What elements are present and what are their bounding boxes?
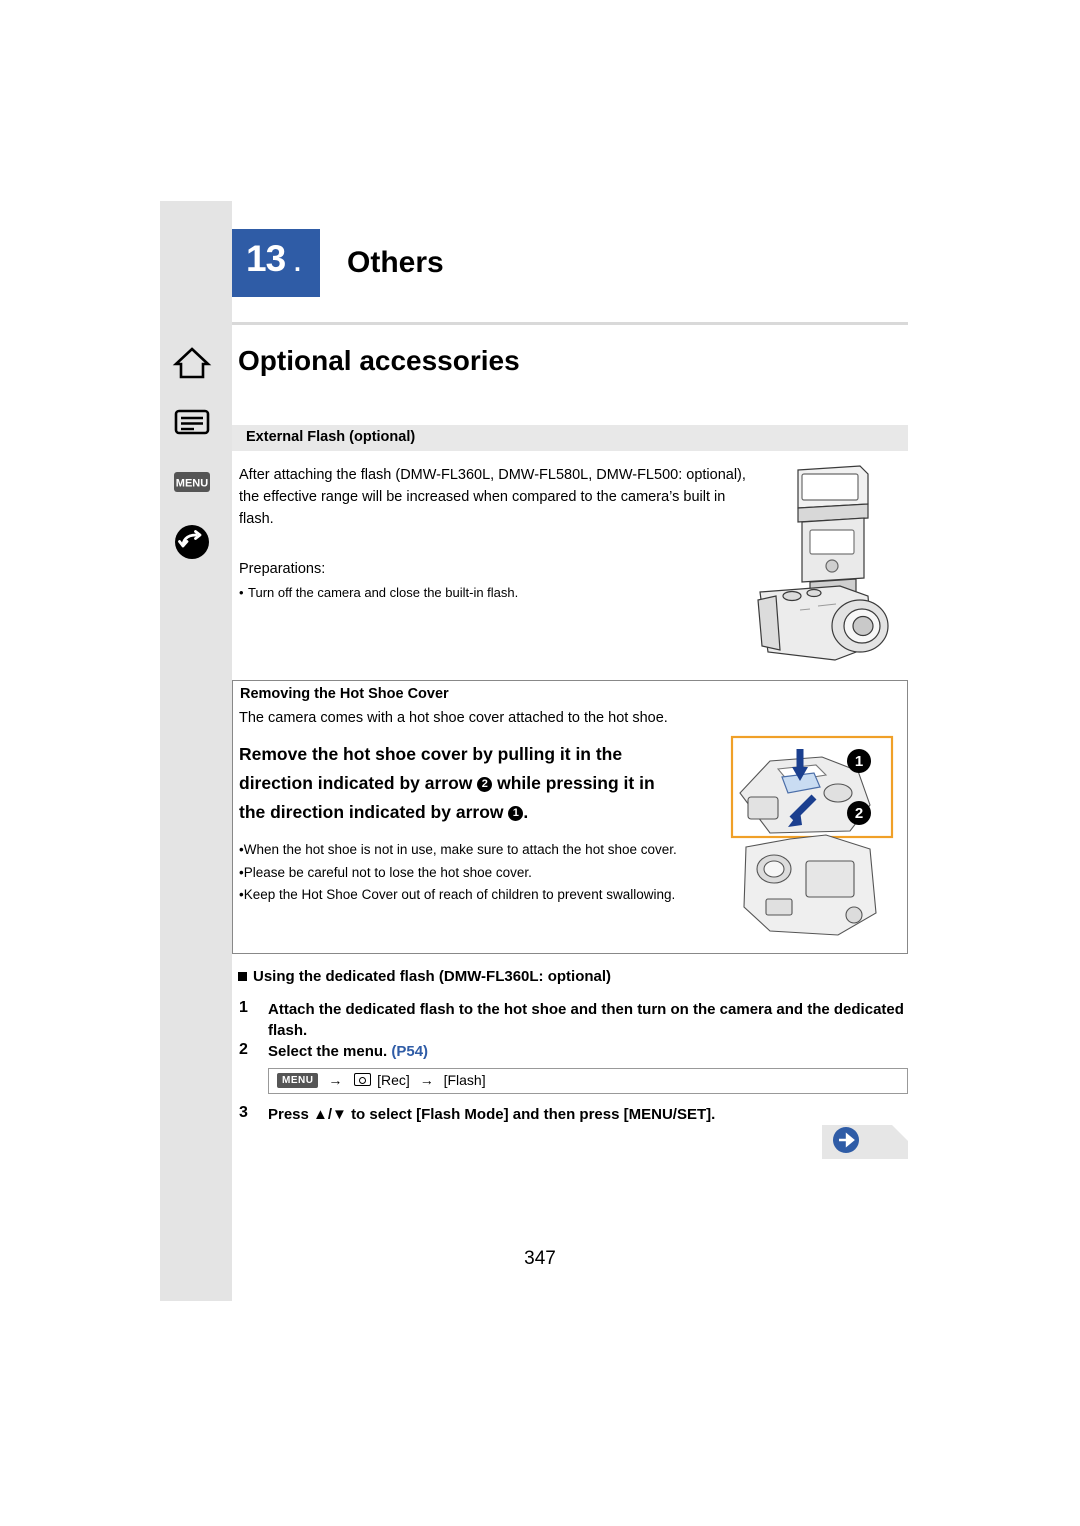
back-icon[interactable] — [170, 520, 214, 564]
step-number-1: 1 — [239, 999, 248, 1016]
svg-text:1: 1 — [855, 753, 863, 770]
step-number-3: 3 — [239, 1104, 248, 1121]
step-text-1: Attach the dedicated flash to the hot sh… — [268, 1001, 904, 1039]
page-number: 347 — [524, 1248, 556, 1269]
chapter-header: 13 . Others — [232, 229, 908, 297]
step-text-2-main: Select the menu. — [268, 1043, 392, 1060]
home-icon[interactable] — [170, 340, 214, 384]
instruction-line-2a: direction indicated by arrow — [239, 773, 478, 793]
list-item: •Please be careful not to lose the hot s… — [239, 864, 532, 880]
menu-path-arrow-1: → — [328, 1072, 343, 1088]
step-number-2: 2 — [239, 1041, 248, 1058]
intro-paragraph: After attaching the flash (DMW-FL360L, D… — [239, 467, 746, 527]
preparations-label: Preparations: — [239, 561, 326, 577]
chapter-number-dot: . — [294, 249, 301, 277]
list-item: •When the hot shoe is not in use, make s… — [239, 842, 677, 857]
steps-heading-text: Using the dedicated flash (DMW-FL360L: o… — [253, 968, 612, 985]
chapter-title: Others — [347, 246, 444, 279]
menu-icon[interactable]: MENU — [170, 460, 214, 504]
hot-shoe-bullet-list: •When the hot shoe is not in use, make s… — [239, 840, 719, 908]
bullet-text: Please be careful not to lose the hot sh… — [243, 864, 532, 880]
square-bullet-icon — [238, 972, 247, 981]
next-page-tab[interactable] — [822, 1125, 908, 1159]
nav-icon-column: MENU — [170, 340, 224, 580]
hot-shoe-subtext: The camera comes with a hot shoe cover a… — [239, 710, 668, 726]
menu-path-arrow-2: → — [419, 1072, 434, 1088]
instruction-line-1: Remove the hot shoe cover by pulling it … — [239, 744, 623, 764]
section-header-bar: External Flash (optional) — [232, 425, 908, 451]
menu-path-box: MENU → [Rec] → [Flash] — [268, 1068, 908, 1094]
hot-shoe-removal-illustration: 1 2 — [730, 735, 894, 936]
menu-path-flash: [Flash] — [443, 1072, 486, 1088]
contents-icon[interactable] — [170, 400, 214, 444]
page-title: Optional accessories — [238, 345, 520, 376]
preparations-bullet: • Turn off the camera and close the built… — [239, 585, 519, 600]
circled-number-2: 2 — [477, 777, 493, 792]
rec-camera-icon — [354, 1073, 372, 1086]
bullet-text: When the hot shoe is not in use, make su… — [243, 842, 677, 857]
hot-shoe-heading: Removing the Hot Shoe Cover — [240, 686, 449, 702]
hot-shoe-instruction: Remove the hot shoe cover by pulling it … — [239, 740, 719, 827]
step-text-3: Press ▲/▼ to select [Flash Mode] and the… — [268, 1106, 716, 1123]
page-reference-link[interactable]: (P54) — [391, 1043, 428, 1060]
instruction-line-3b: . — [523, 802, 529, 822]
menu-chip[interactable]: MENU — [277, 1073, 319, 1088]
section-header-label: External Flash (optional) — [246, 429, 416, 445]
step-text-2: Select the menu. (P54) — [268, 1041, 908, 1062]
chapter-number: 13 — [246, 238, 286, 279]
steps-heading: Using the dedicated flash (DMW-FL360L: o… — [238, 968, 611, 985]
menu-path-content: MENU → [Rec] → [Flash] — [277, 1072, 486, 1088]
chapter-divider — [232, 322, 908, 325]
svg-text:2: 2 — [855, 805, 863, 822]
bullet-text: Keep the Hot Shoe Cover out of reach of … — [243, 887, 676, 902]
circled-number-1: 1 — [508, 806, 524, 821]
external-flash-illustration — [757, 465, 889, 661]
instruction-line-3a: the direction indicated by arrow — [239, 802, 509, 822]
svg-text:MENU: MENU — [176, 478, 208, 490]
list-item: •Keep the Hot Shoe Cover out of reach of… — [239, 887, 676, 902]
menu-path-rec: [Rec] — [377, 1072, 410, 1088]
instruction-line-2b: while pressing it in — [492, 773, 655, 793]
preparations-bullet-text: Turn off the camera and close the built-… — [248, 585, 519, 600]
